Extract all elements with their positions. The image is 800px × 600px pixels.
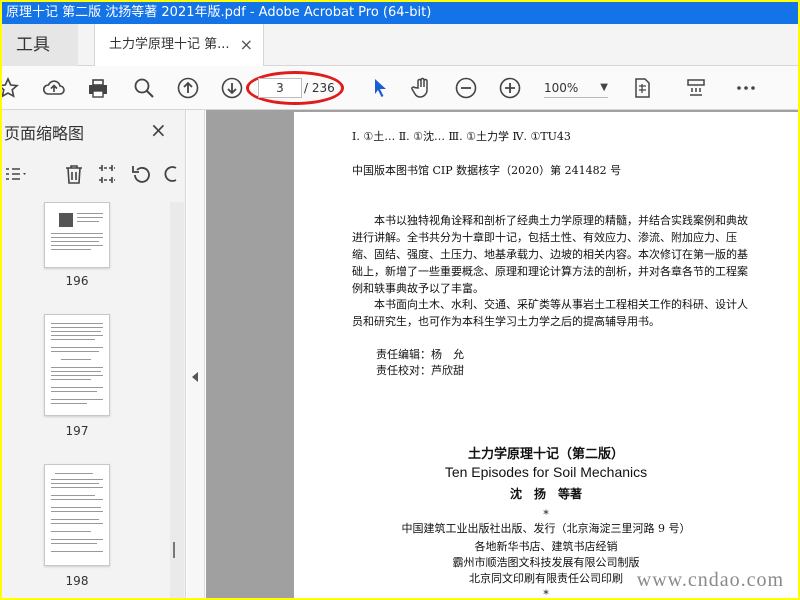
book-title-cn: 土力学原理十记（第二版）: [467, 447, 624, 462]
zoom-value: 100%: [544, 81, 579, 95]
search-icon[interactable]: [132, 76, 156, 100]
summary-paragraph-2: 本书面向土木、水利、交通、采矿类等从事岩土工程相关工作的科研、设计人员和研究生，…: [352, 298, 748, 328]
next-page-icon[interactable]: [220, 76, 244, 100]
thumbnail-scrollbar[interactable]: [170, 202, 184, 598]
scrollbar-thumb[interactable]: [173, 542, 175, 558]
watermark: www.cndao.com: [636, 569, 784, 591]
tab-document[interactable]: 土力学原理十记 第... ×: [94, 24, 264, 66]
distributor-line: 各地新华书店、建筑书店经销: [474, 540, 618, 553]
thumbnail-page[interactable]: [44, 464, 110, 566]
rotate-icon[interactable]: [130, 162, 154, 186]
page-total: / 236: [304, 81, 335, 95]
cip-line: 中国版本图书馆 CIP 数据核字（2020）第 241482 号: [352, 164, 622, 177]
close-panel-icon[interactable]: ×: [150, 118, 167, 142]
zoom-out-icon[interactable]: [454, 76, 478, 100]
star-icon[interactable]: [2, 76, 20, 100]
publisher-line: 中国建筑工业出版社出版、发行（北京海淀三里河路 9 号）: [401, 522, 691, 535]
thumbnail-list: 196 197 198: [2, 202, 170, 598]
thumbnail-panel: 页面缩略图 × 196 197 198: [2, 110, 186, 598]
cloud-upload-icon[interactable]: [42, 76, 66, 100]
catalog-line: Ⅰ. ①土… Ⅱ. ①沈… Ⅲ. ①土力学 Ⅳ. ①TU43: [352, 130, 571, 143]
book-title-en: Ten Episodes for Soil Mechanics: [444, 464, 648, 480]
app-window: 原理十记 第二版 沈扬等著 2021年版.pdf - Adobe Acrobat…: [2, 2, 798, 598]
thumbnail-label: 198: [65, 574, 89, 588]
editor-line: 责任编辑：杨 允: [376, 348, 464, 361]
crop-pages-icon[interactable]: [96, 162, 120, 186]
scroll-mode-icon[interactable]: [684, 76, 708, 100]
document-viewer[interactable]: Ⅰ. ①土… Ⅱ. ①沈… Ⅲ. ①土力学 Ⅳ. ①TU43 中国版本图书馆 C…: [206, 110, 798, 598]
options-menu-icon[interactable]: [4, 162, 28, 186]
thumbnail-label: 196: [65, 274, 89, 288]
thumbnail-label: 197: [65, 424, 89, 438]
tab-bar: 工具 土力学原理十记 第... ×: [2, 24, 798, 66]
rotate-clockwise-icon[interactable]: [162, 162, 186, 186]
tab-tools[interactable]: 工具: [2, 24, 78, 66]
fit-page-icon[interactable]: [630, 76, 654, 100]
chevron-down-icon: ▼: [600, 82, 608, 93]
panel-title: 页面缩略图: [4, 124, 85, 143]
summary-paragraph-1: 本书以独特视角诠释和剖析了经典土力学原理的精髓，并结合实践案例和典故进行讲解。全…: [352, 214, 748, 295]
window-title: 原理十记 第二版 沈扬等著 2021年版.pdf - Adobe Acrobat…: [2, 2, 798, 24]
collapse-arrow-icon[interactable]: [192, 372, 198, 382]
thumbnail-page[interactable]: [44, 314, 110, 416]
delete-icon[interactable]: [62, 162, 86, 186]
panel-toolbar: [2, 158, 186, 190]
proofreader-line: 责任校对：芦欣甜: [376, 364, 464, 377]
close-tab-icon[interactable]: ×: [240, 24, 253, 66]
prev-page-icon[interactable]: [176, 76, 200, 100]
select-cursor-icon[interactable]: [368, 76, 392, 100]
toolbar: 3 / 236 100% ▼: [2, 66, 798, 110]
hand-icon[interactable]: [410, 76, 434, 100]
tab-document-label: 土力学原理十记 第...: [109, 37, 230, 52]
page-number-input[interactable]: 3: [258, 78, 302, 98]
zoom-in-icon[interactable]: [498, 76, 522, 100]
thumbnail-page[interactable]: [44, 202, 110, 268]
authors: 沈 扬 等著: [509, 487, 582, 501]
panel-collapse-strip[interactable]: [187, 110, 205, 598]
print-icon[interactable]: [86, 76, 110, 100]
zoom-select[interactable]: 100% ▼: [544, 78, 608, 98]
pdf-page: Ⅰ. ①土… Ⅱ. ①沈… Ⅲ. ①土力学 Ⅳ. ①TU43 中国版本图书馆 C…: [294, 112, 798, 598]
more-icon[interactable]: [734, 76, 758, 100]
